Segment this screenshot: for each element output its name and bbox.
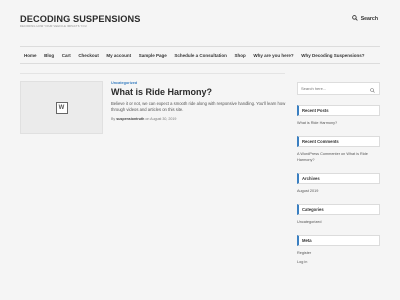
post-excerpt: Believe it or not, we can expect a smoot… — [111, 100, 286, 113]
widget-categories: Categories Uncategorized — [297, 204, 380, 225]
comment-on-text: on — [341, 152, 346, 156]
widget-title: Meta — [297, 235, 380, 246]
post-meta: By suspensiontruth on August 30, 2019 — [111, 117, 286, 121]
widget-list: Register Log in — [297, 250, 380, 265]
widget-recent-posts: Recent Posts What is Ride Harmony? — [297, 105, 380, 126]
sidebar: Recent Posts What is Ride Harmony? Recen… — [297, 82, 380, 268]
post-category-link[interactable]: Uncategorized — [111, 81, 286, 85]
nav-item-shop[interactable]: Shop — [231, 53, 250, 58]
category-link[interactable]: Uncategorized — [297, 219, 380, 225]
nav-item-blog[interactable]: Blog — [40, 53, 58, 58]
header-search-button[interactable]: Search — [351, 15, 378, 23]
nav-item-cart[interactable]: Cart — [58, 53, 75, 58]
login-link[interactable]: Log in — [297, 259, 380, 265]
wordpress-logo-icon: W — [55, 101, 68, 114]
post-card: W Uncategorized What is Ride Harmony? Be… — [20, 81, 285, 136]
post-date-link[interactable]: August 30, 2019 — [150, 117, 176, 121]
widget-recent-comments: Recent Comments A WordPress Commenter on… — [297, 136, 380, 163]
widget-list: What is Ride Harmony? — [297, 120, 380, 126]
widget-list: Uncategorized — [297, 219, 380, 225]
nav-item-why-are-you-here[interactable]: Why are you here? — [250, 53, 298, 58]
nav-item-my-account[interactable]: My account — [103, 53, 135, 58]
widget-archives: Archives August 2019 — [297, 173, 380, 194]
search-icon — [351, 15, 358, 23]
post-title-link[interactable]: What is Ride Harmony? — [111, 87, 286, 98]
site-title[interactable]: DECODING SUSPENSIONS — [20, 14, 140, 24]
post-meta-prefix: By — [111, 116, 116, 121]
archive-link[interactable]: August 2019 — [297, 188, 380, 194]
recent-comment-item: A WordPress Commenter on What is Ride Ha… — [297, 151, 380, 163]
nav-item-sample-page[interactable]: Sample Page — [135, 53, 171, 58]
widget-meta: Meta Register Log in — [297, 235, 380, 265]
nav-item-checkout[interactable]: Checkout — [75, 53, 103, 58]
widget-list: A WordPress Commenter on What is Ride Ha… — [297, 151, 380, 163]
nav-item-home[interactable]: Home — [20, 53, 40, 58]
widget-title: Archives — [297, 173, 380, 184]
register-link[interactable]: Register — [297, 250, 380, 256]
sidebar-search-input[interactable] — [301, 86, 361, 91]
widget-title: Recent Comments — [297, 136, 380, 147]
widget-title: Recent Posts — [297, 105, 380, 116]
search-icon[interactable] — [370, 80, 375, 98]
widget-title: Categories — [297, 204, 380, 215]
site-header: DECODING SUSPENSIONS DECODING HOW YOUR V… — [0, 0, 400, 46]
nav-item-schedule-consultation[interactable]: Schedule a Consultation — [171, 53, 231, 58]
post-author-link[interactable]: suspensiontruth — [116, 117, 144, 121]
page: DECODING SUSPENSIONS DECODING HOW YOUR V… — [0, 0, 400, 300]
widget-list: August 2019 — [297, 188, 380, 194]
main-navigation: Home Blog Cart Checkout My account Sampl… — [20, 46, 380, 64]
site-tagline: DECODING HOW YOUR VEHICLE IMPACTS YOU — [20, 25, 87, 28]
comment-author-link[interactable]: A WordPress Commenter — [297, 152, 340, 156]
post-meta-on: on — [145, 116, 150, 121]
sidebar-search-box — [297, 82, 380, 95]
post-thumbnail[interactable]: W — [20, 81, 103, 134]
nav-item-why-decoding-suspensions[interactable]: Why Decoding Suspensions? — [297, 53, 368, 58]
header-search-label: Search — [360, 16, 378, 22]
recent-post-link[interactable]: What is Ride Harmony? — [297, 120, 380, 126]
content-divider — [20, 73, 285, 74]
post-body: Uncategorized What is Ride Harmony? Beli… — [111, 81, 286, 121]
